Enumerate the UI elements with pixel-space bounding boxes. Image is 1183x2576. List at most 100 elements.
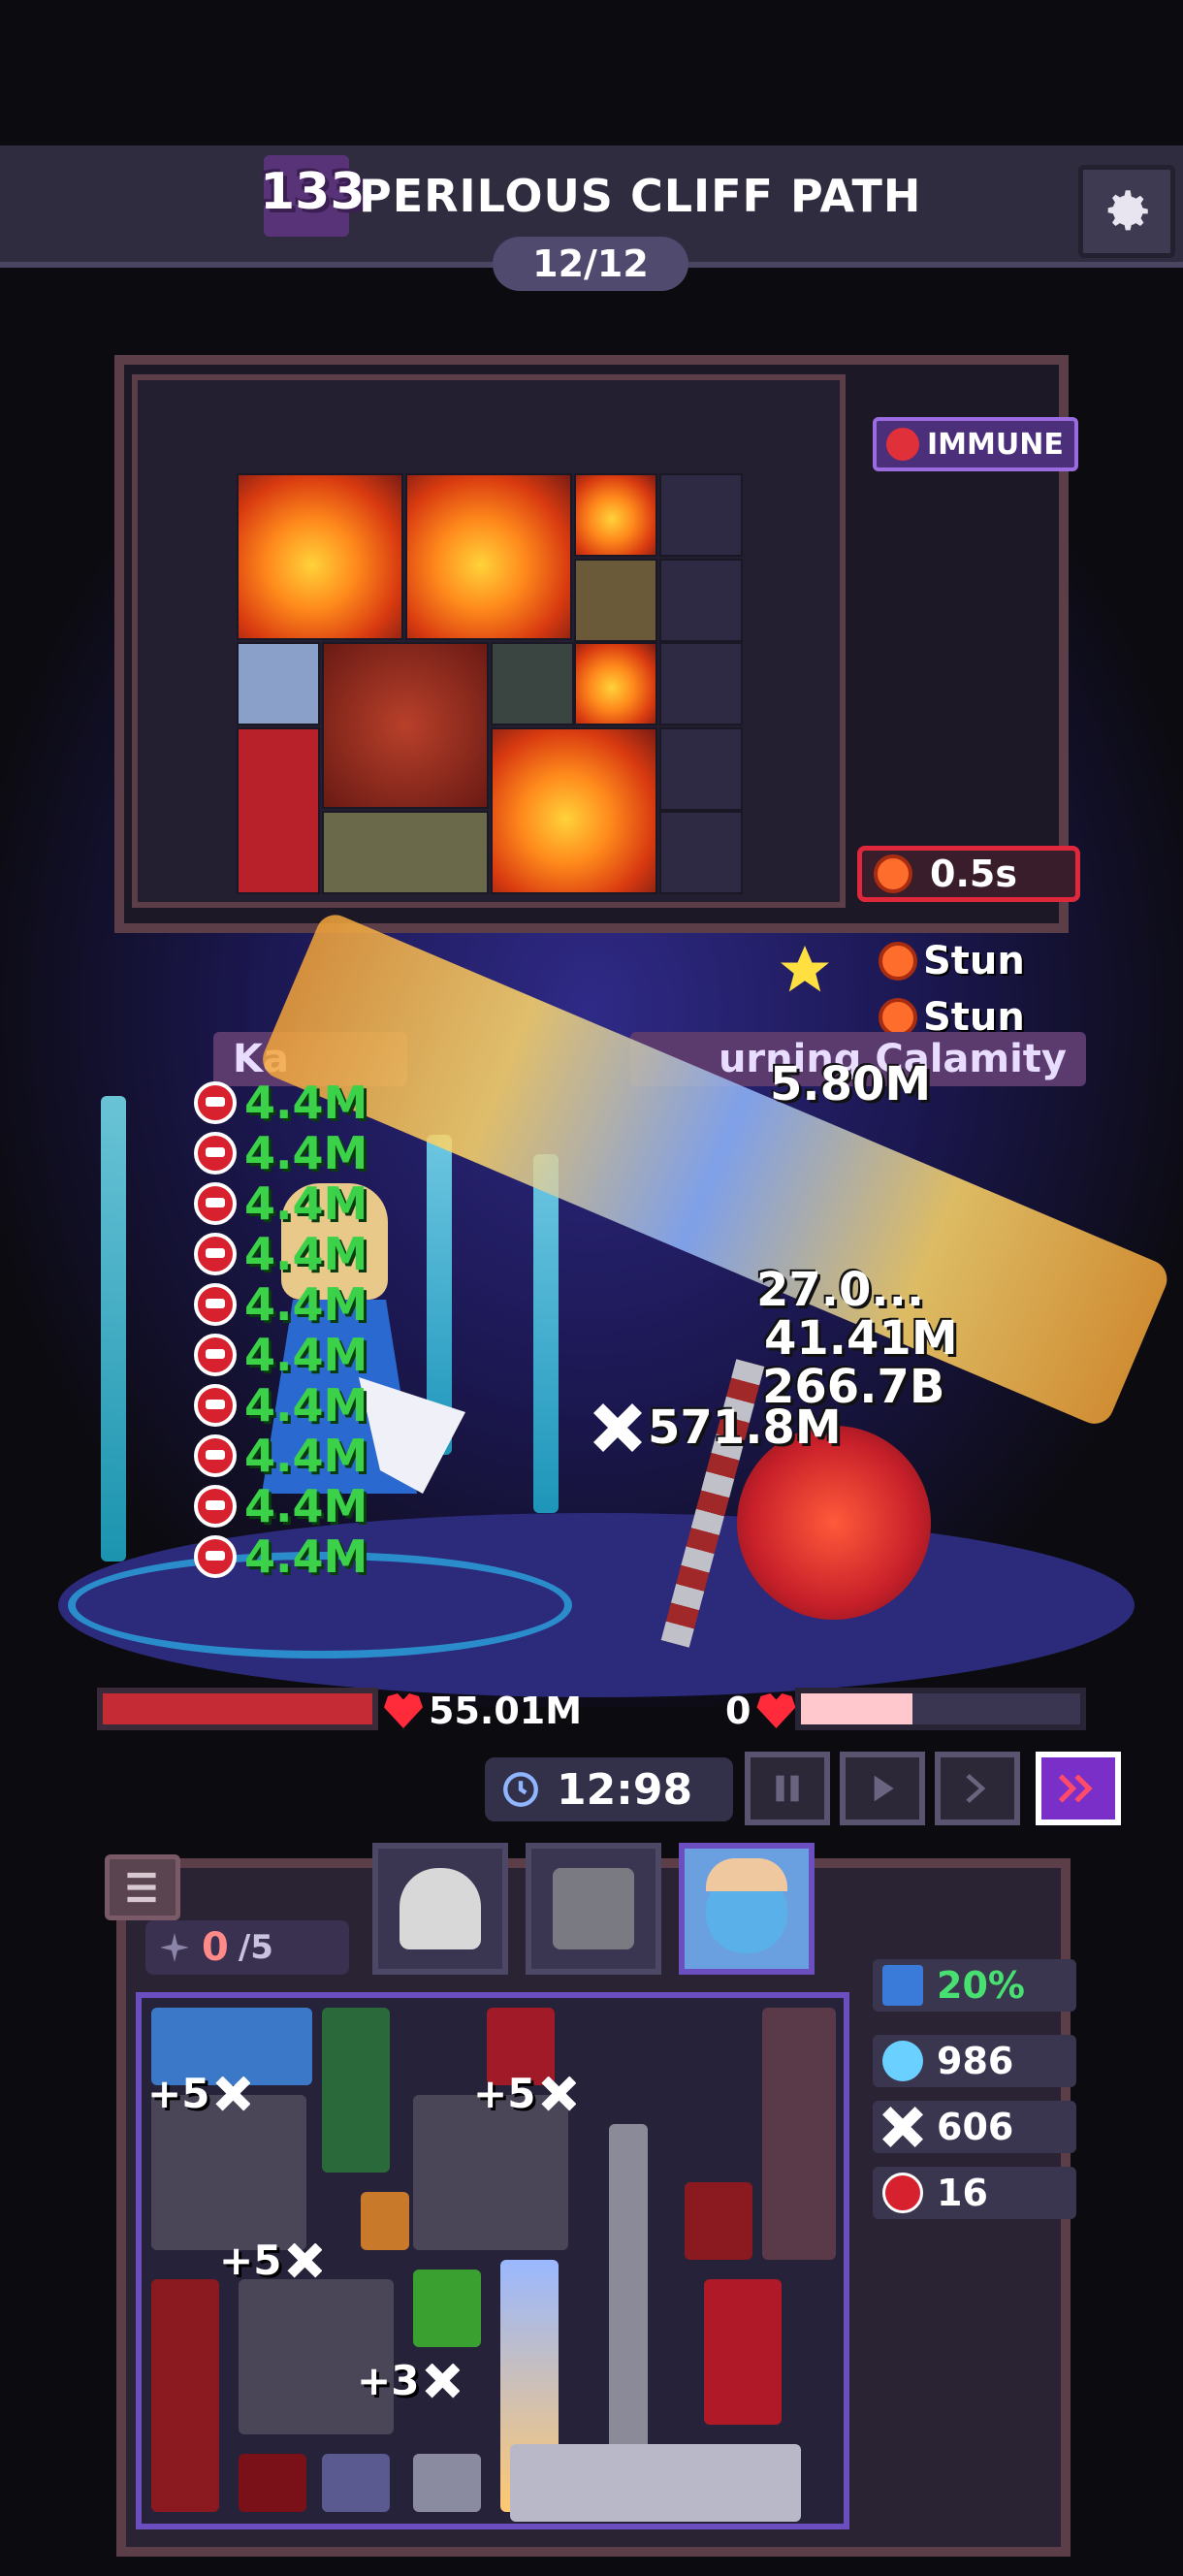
crit-icon <box>593 1403 642 1452</box>
menu-button[interactable] <box>105 1854 180 1920</box>
bar-chart-icon <box>882 1965 923 2006</box>
battle-clock: 12:98 <box>485 1757 733 1821</box>
status-effect: Stun <box>879 939 1025 983</box>
slot-counter: 0 /5 <box>145 1920 349 1975</box>
stat-value: 606 <box>937 2106 1014 2148</box>
stat-crit: 606 <box>873 2101 1076 2153</box>
stun-icon <box>879 998 917 1037</box>
lifesteal-icon <box>194 1434 237 1477</box>
potion-item <box>237 642 320 725</box>
level-number: 133 <box>260 163 366 221</box>
lifesteal-icon <box>194 1384 237 1427</box>
empty-slot <box>659 559 743 642</box>
enemy-hp-value: 0 <box>725 1690 751 1732</box>
hero-portrait-selected[interactable] <box>679 1843 815 1975</box>
heart-icon <box>756 1693 796 1728</box>
bag-item-bow[interactable] <box>704 2279 782 2425</box>
enemy-item-grid <box>132 374 846 908</box>
demon-mask-item <box>322 642 489 809</box>
empty-slot <box>659 642 743 725</box>
list-icon <box>127 1872 156 1903</box>
upgrade-badge: +5 <box>219 2237 323 2284</box>
ghost-sword-icon <box>101 1096 126 1562</box>
bag-item-ghost[interactable] <box>413 2454 481 2512</box>
stat-value: 16 <box>937 2172 988 2214</box>
hero-portrait-robot[interactable] <box>526 1843 661 1975</box>
bag-item-red-sword[interactable] <box>151 2279 219 2512</box>
poison-flask-icon <box>886 428 919 461</box>
heal-number: 4.4M <box>194 1177 368 1230</box>
player-hp-display: 55.01M <box>384 1690 582 1732</box>
bag-item-blood[interactable] <box>239 2454 306 2512</box>
heal-number: 4.4M <box>194 1530 368 1583</box>
bag-item-heart[interactable] <box>685 2182 752 2260</box>
enemy-hp-fill <box>801 1693 912 1724</box>
immune-label: IMMUNE <box>927 427 1064 462</box>
lifesteal-icon <box>194 1535 237 1578</box>
heal-number: 4.4M <box>194 1379 368 1432</box>
clock-value: 12:98 <box>557 1764 693 1815</box>
bag-item-potion[interactable] <box>361 2192 409 2250</box>
stun-timer-value: 0.5s <box>930 853 1017 895</box>
player-hp-bar <box>97 1688 378 1730</box>
enemy-hp-display: 0 <box>725 1690 796 1732</box>
upgrade-label: +5 <box>147 2070 210 2117</box>
bag-item-spiked-club[interactable] <box>762 2008 836 2260</box>
upgrade-badge: +5 <box>147 2070 251 2117</box>
lifesteal-icon <box>194 1283 237 1326</box>
spiral-icon <box>874 854 912 893</box>
chevron-right-icon <box>966 1774 986 1803</box>
lifesteal-icon <box>194 1334 237 1376</box>
bag-item-sparkle[interactable] <box>322 2454 390 2512</box>
upgrade-badge: +3 <box>357 2357 461 2404</box>
status-effect-label: Stun <box>923 939 1025 983</box>
damage-number: 41.41M <box>764 1311 958 1366</box>
crit-icon <box>541 2076 577 2111</box>
bag-item-rose[interactable] <box>322 2008 390 2173</box>
heal-number: 4.4M <box>194 1329 368 1381</box>
stat-gems: 986 <box>873 2035 1076 2087</box>
heal-number: 4.4M <box>194 1228 368 1280</box>
fire-whip-item <box>491 727 657 894</box>
gem-icon <box>882 2041 923 2081</box>
heal-number: 4.4M <box>194 1278 368 1331</box>
upgrade-label: +5 <box>219 2237 282 2284</box>
clock-icon <box>503 1772 538 1807</box>
crit-damage: 571.8M <box>593 1401 842 1455</box>
pause-button[interactable] <box>745 1752 830 1825</box>
stat-efficiency: 20% <box>873 1959 1076 2012</box>
bag-item-hammer[interactable] <box>510 2444 801 2522</box>
stat-value: 20% <box>937 1964 1025 2007</box>
fastest-speed-button[interactable] <box>1036 1752 1121 1825</box>
star-icon <box>781 946 829 992</box>
pause-icon <box>776 1775 799 1802</box>
play-icon <box>874 1775 894 1802</box>
damage-number: 5.80M <box>770 1057 932 1111</box>
stun-timer-badge: 0.5s <box>857 846 1080 902</box>
slot-current: 0 <box>202 1925 229 1970</box>
settings-button[interactable] <box>1078 165 1175 258</box>
stage-title: PERILOUS CLIFF PATH <box>359 170 922 222</box>
bag-item-armor[interactable] <box>151 2095 306 2250</box>
medal-item <box>237 727 320 894</box>
bag-item-armor[interactable] <box>413 2095 568 2250</box>
upgrade-label: +3 <box>357 2357 420 2404</box>
stat-lifesteal: 16 <box>873 2167 1076 2219</box>
fast-forward-button[interactable] <box>935 1752 1020 1825</box>
bag-item-frog[interactable] <box>413 2270 481 2347</box>
double-chevron-icon <box>1058 1774 1093 1803</box>
heal-number: 4.4M <box>194 1480 368 1532</box>
play-button[interactable] <box>840 1752 925 1825</box>
hero-portrait-ghost[interactable] <box>372 1843 508 1975</box>
ghost-sword-icon <box>533 1154 559 1513</box>
sparkle-icon <box>160 1933 189 1962</box>
ring-item <box>491 642 574 725</box>
heal-number: 4.4M <box>194 1127 368 1179</box>
lifesteal-icon <box>882 2173 923 2213</box>
ember-item <box>574 642 657 725</box>
crit-icon <box>882 2107 923 2147</box>
lifesteal-icon <box>194 1485 237 1528</box>
heart-icon <box>384 1693 423 1728</box>
empty-slot <box>659 727 743 811</box>
ore-item <box>574 559 657 642</box>
